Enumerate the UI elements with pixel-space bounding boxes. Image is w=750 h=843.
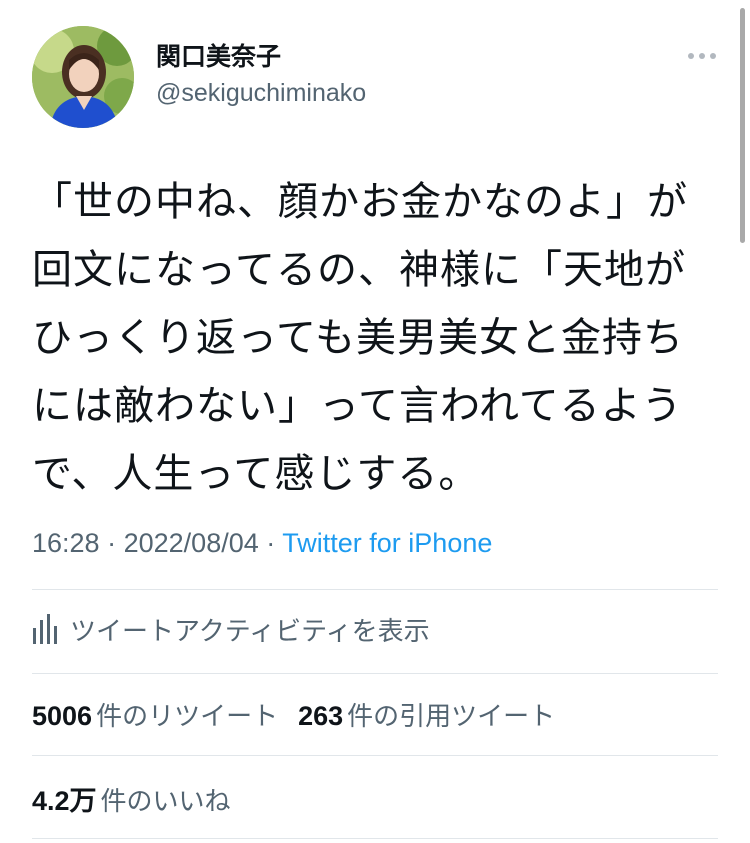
- divider: [32, 673, 718, 674]
- tweet-date[interactable]: 2022/08/04: [124, 528, 259, 558]
- meta-separator: ·: [266, 528, 276, 558]
- scrollbar[interactable]: [740, 8, 745, 243]
- more-options-button[interactable]: [682, 46, 722, 66]
- tweet-source-link[interactable]: Twitter for iPhone: [282, 528, 492, 558]
- likes-stat[interactable]: 4.2万 件のいいね: [32, 779, 231, 818]
- engagement-stats: 5006 件のリツイート 263 件の引用ツイート: [32, 692, 575, 736]
- retweets-stat[interactable]: 5006 件のリツイート: [32, 696, 278, 733]
- more-dot-icon: [699, 53, 705, 59]
- bar-chart-icon: [33, 614, 57, 644]
- user-handle[interactable]: @sekiguchiminako: [156, 76, 366, 110]
- tweet-header: 関口美奈子 @sekiguchiminako: [32, 24, 722, 134]
- likes-label: 件のいいね: [100, 786, 231, 817]
- quote-tweets-label: 件の引用ツイート: [347, 701, 556, 732]
- tweet-activity-link[interactable]: ツイートアクティビティを表示: [32, 605, 430, 653]
- avatar-image: [32, 26, 134, 128]
- retweets-label: 件のリツイート: [96, 701, 279, 732]
- display-name[interactable]: 関口美奈子: [156, 40, 366, 74]
- more-dot-icon: [710, 53, 716, 59]
- tweet-text-line: 「世の中ね、顔かお金かなのよ」が: [32, 179, 688, 225]
- quote-tweets-count: 263: [298, 700, 344, 731]
- more-dot-icon: [688, 53, 694, 59]
- retweets-count: 5006: [32, 700, 93, 731]
- tweet-activity-label: ツイートアクティビティを表示: [70, 616, 430, 647]
- avatar[interactable]: [32, 26, 134, 128]
- divider: [32, 838, 718, 839]
- likes-stats: 4.2万 件のいいね: [32, 776, 251, 820]
- tweet-text: 「世の中ね、顔かお金かなのよ」が 回文になってるの、神様に「天地が ひっくり返っ…: [32, 168, 722, 508]
- divider: [32, 589, 718, 590]
- tweet-text-line: ひっくり返っても美男美女と金持ち: [32, 315, 684, 361]
- likes-count: 4.2万: [32, 785, 97, 816]
- tweet-time[interactable]: 16:28: [32, 528, 100, 558]
- tweet-text-line: 回文になってるの、神様に「天地が: [32, 247, 686, 293]
- quote-tweets-stat[interactable]: 263 件の引用ツイート: [298, 696, 555, 733]
- tweet-meta: 16:28 · 2022/08/04 · Twitter for iPhone: [32, 528, 492, 559]
- meta-separator: ·: [107, 528, 117, 558]
- divider: [32, 755, 718, 756]
- tweet-text-line: で、人生って感じする。: [32, 451, 480, 497]
- tweet-text-line: には敵わない」って言われてるよう: [32, 383, 683, 429]
